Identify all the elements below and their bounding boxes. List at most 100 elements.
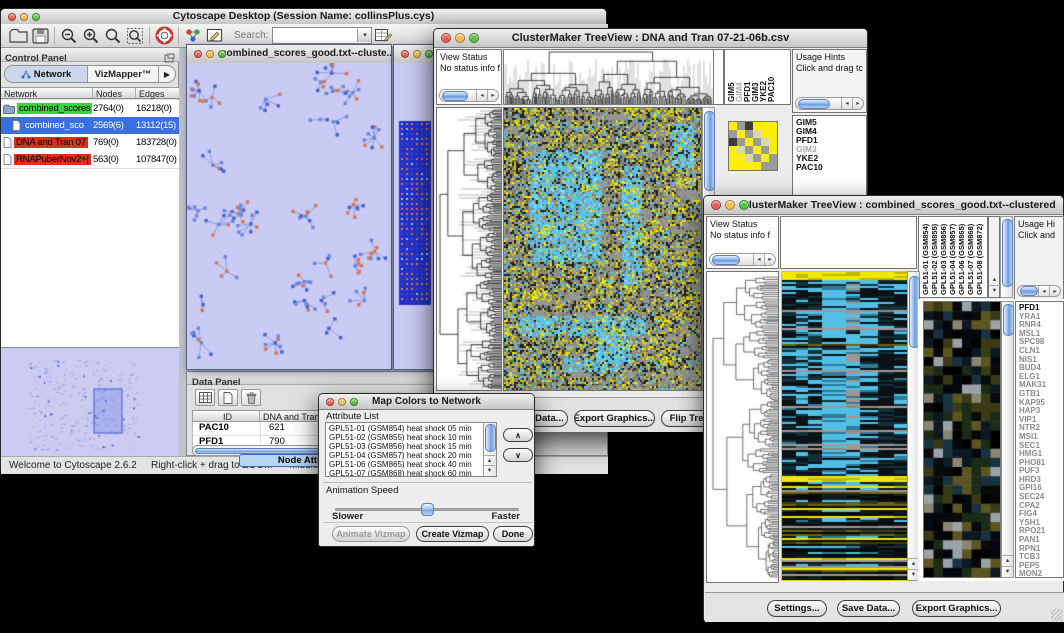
scroll-left-icon[interactable]: ◂ [841,98,852,109]
view-status-scrollbar[interactable]: ◂▸ [439,89,499,102]
tab-network[interactable]: Network [5,66,88,82]
column-header-network[interactable]: Network [1,88,93,98]
attribute-list-scrollbar[interactable]: ▴ ▾ [483,423,496,476]
dialog-titlebar[interactable]: Map Colors to Network [319,394,534,410]
network-row[interactable]: combined_scores2764(0)16218(0) [1,100,179,117]
close-button[interactable] [8,13,16,21]
minimize-button[interactable] [725,200,735,210]
resize-grip[interactable] [1051,609,1063,621]
vscroll-thumb[interactable] [1002,219,1013,287]
vscroll-thumb[interactable] [485,424,496,452]
treeview2-titlebar[interactable]: ClusterMaker TreeView : combined_scores_… [704,196,1063,215]
vscroll-thumb[interactable] [704,111,715,191]
trash-icon[interactable] [241,389,261,406]
table-icon[interactable] [195,389,215,406]
scroll-right-icon[interactable]: ▸ [852,98,863,109]
attribute-item[interactable]: GPL51-03 (GSM856) heat shock 15 min [327,442,483,451]
minimize-button[interactable] [206,50,214,58]
scroll-right-icon[interactable]: ▸ [1049,286,1060,296]
zoom-fit-icon[interactable] [124,26,146,46]
gene-label[interactable]: MON2 [1019,570,1063,578]
minimize-button[interactable] [455,33,465,43]
attribute-item[interactable]: GPL51-07 (GSM868) heat shock 60 min [327,469,483,477]
minimize-button[interactable] [413,50,421,58]
combo-arrow-icon[interactable]: ▾ [357,29,371,42]
scroll-down-icon[interactable]: ▾ [989,285,1000,296]
gene-label[interactable]: PAC10 [796,163,866,172]
new-attribute-icon[interactable] [218,389,238,406]
scroll-left-icon[interactable]: ◂ [1038,286,1049,296]
secondary-heatmap-canvas[interactable] [923,301,1001,578]
view-status-scrollbar[interactable]: ◂▸ [709,253,776,266]
help-lifering-icon[interactable] [153,26,175,46]
maximize-button[interactable] [32,13,40,21]
maximize-button[interactable] [739,200,749,210]
scroll-down-icon[interactable]: ▾ [484,465,495,476]
annotation-icon[interactable] [204,26,226,46]
save-data-button[interactable]: Save Data... [837,600,900,617]
attribute-item[interactable]: GPL51-02 (GSM855) heat shock 10 min [327,433,483,442]
attribute-item[interactable]: GPL51-01 (GSM854) heat shock 05 min [327,424,483,433]
usage-hints-scrollbar[interactable]: ◂▸ [1017,285,1061,297]
scroll-left-icon[interactable]: ◂ [753,254,764,265]
export-graphics-button[interactable]: Export Graphics... [912,600,1001,617]
zoom-out-icon[interactable] [58,26,80,46]
network-graph-canvas[interactable] [187,63,391,369]
network-row[interactable]: DNA and Tran 07769(0)183728(0) [1,134,179,151]
zoom-in-icon[interactable] [80,26,102,46]
attribute-item[interactable]: GPL51-04 (GSM857) heat shock 20 min [327,451,483,460]
column-dendrogram-canvas[interactable] [503,49,714,105]
secondary-vscrollbar[interactable]: ▴ ▾ [1001,301,1014,578]
create-vizmap-button[interactable]: Create Vizmap [416,526,489,542]
table-edit-icon[interactable] [372,26,394,46]
minimize-button[interactable] [20,13,28,21]
save-icon[interactable] [29,26,51,46]
scroll-up-icon[interactable]: ▴ [1002,555,1013,566]
close-button[interactable] [711,200,721,210]
open-folder-icon[interactable] [7,26,29,46]
network-view-titlebar[interactable]: combined_scores_good.txt--cluste... [187,45,391,64]
attribute-item[interactable]: GPL51-06 (GSM865) heat shock 40 min [327,460,483,469]
row-dendrogram-canvas[interactable] [436,107,502,391]
heatmap-canvas[interactable] [781,271,908,581]
tab-overflow-arrow[interactable]: ▶ [159,66,175,82]
close-button[interactable] [401,50,409,58]
column-header-nodes[interactable]: Nodes [93,88,136,98]
settings-button[interactable]: Settings... [767,600,827,617]
maximize-button[interactable] [350,398,358,406]
scroll-up-icon[interactable]: ▴ [989,275,1000,285]
vizmapper-icon[interactable] [182,26,204,46]
scroll-right-icon[interactable]: ▸ [764,254,775,265]
search-input[interactable]: ▾ [272,27,372,44]
data-column-id[interactable]: ID [193,411,260,421]
birdseye-view[interactable] [1,347,179,456]
export-graphics-button[interactable]: Export Graphics... [574,410,655,427]
similarity-matrix[interactable] [728,121,778,171]
treeview1-titlebar[interactable]: ClusterMaker TreeView : DNA and Tran 07-… [434,29,867,48]
animate-vizmap-button[interactable]: Animate Vizmap [332,526,410,542]
heatmap-canvas[interactable] [503,107,702,391]
maximize-button[interactable] [218,50,226,58]
slider-thumb[interactable] [421,503,434,516]
main-titlebar[interactable]: Cytoscape Desktop (Session Name: collins… [1,9,606,25]
maximize-button[interactable] [469,33,479,43]
move-down-button[interactable]: ∨ [503,448,533,462]
minimize-button[interactable] [338,398,346,406]
column-header-edges[interactable]: Edges [136,88,179,98]
birdseye-canvas[interactable] [2,349,178,456]
scroll-right-icon[interactable]: ▸ [487,90,498,101]
close-button[interactable] [194,50,202,58]
maximize-button[interactable] [425,50,433,58]
network-row[interactable]: combined_sco2569(6)13112(15) [1,117,179,134]
tab-vizmapper[interactable]: VizMapper™ [88,66,159,82]
zoom-selected-icon[interactable] [102,26,124,46]
usage-hints-scrollbar[interactable]: ◂▸ [795,97,864,110]
move-up-button[interactable]: ∧ [503,428,533,442]
close-button[interactable] [326,398,334,406]
column-labels-scrollbar[interactable] [1000,216,1013,298]
close-button[interactable] [441,33,451,43]
done-button[interactable]: Done [493,526,533,542]
vscroll-thumb[interactable] [1003,304,1014,336]
network-row[interactable]: RNAPuberNov2+|563(0)107847(0) [1,151,179,168]
row-dendrogram-canvas[interactable] [706,271,779,583]
